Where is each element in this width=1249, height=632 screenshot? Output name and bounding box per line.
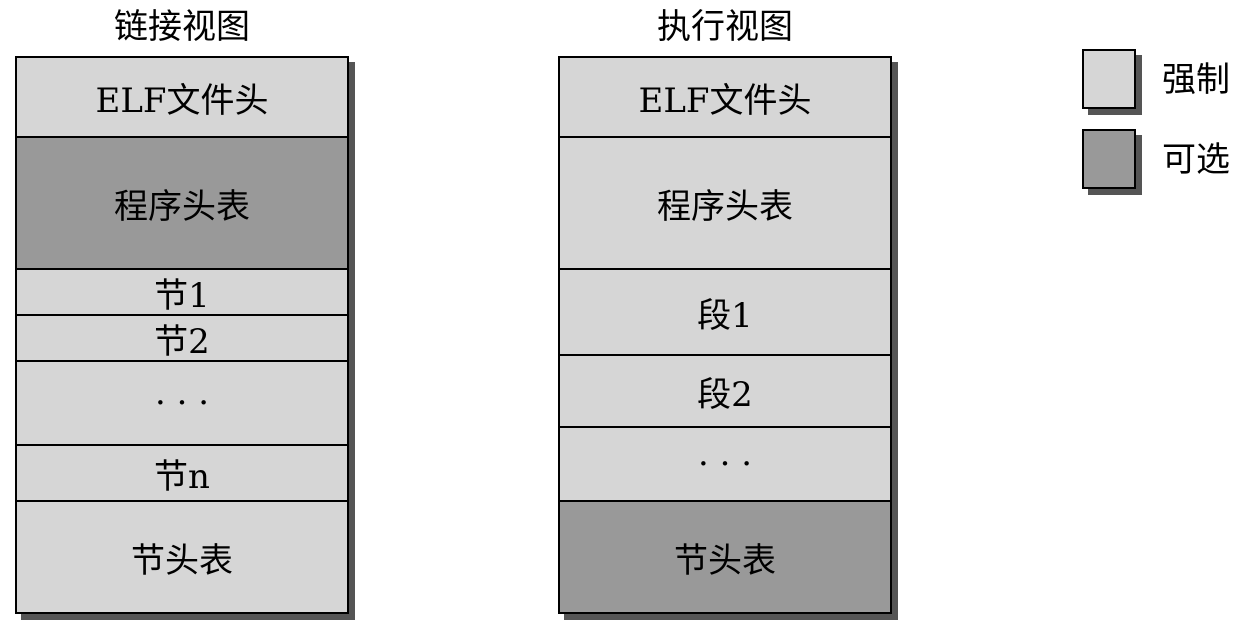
link-section-n-label: 节n [154,456,210,497]
exec-view-column: ELF文件头 程序头表 段1 段2 · · · 节头表 [558,56,892,614]
exec-segment-2: 段2 [558,354,892,428]
exec-section-header-table: 节头表 [558,500,892,614]
legend-mandatory-swatch [1082,49,1136,109]
legend-mandatory-label: 强制 [1162,60,1230,100]
exec-segment-1-label: 段1 [697,295,753,336]
exec-segment-1: 段1 [558,268,892,356]
link-elf-header-label: ELF文件头 [95,80,269,121]
exec-program-header-table: 程序头表 [558,136,892,270]
exec-segment-2-label: 段2 [697,374,753,415]
exec-view-title: 执行视图 [657,7,793,47]
link-section-ellipsis: · · · [15,360,349,446]
link-view-column: ELF文件头 程序头表 节1 节2 · · · 节n 节头表 [15,56,349,614]
link-elf-header: ELF文件头 [15,56,349,138]
link-section-1-label: 节1 [154,275,210,316]
legend-optional-swatch [1082,129,1136,189]
link-section-1: 节1 [15,268,349,316]
link-section-header-table-label: 节头表 [131,540,233,581]
link-view-title: 链接视图 [114,7,250,47]
exec-elf-header-label: ELF文件头 [638,80,812,121]
exec-segment-ellipsis: · · · [558,426,892,502]
exec-elf-header: ELF文件头 [558,56,892,138]
exec-ellipsis-label: · · · [697,444,753,484]
legend-optional-label: 可选 [1162,140,1230,180]
link-section-header-table: 节头表 [15,500,349,614]
link-program-header-table: 程序头表 [15,136,349,270]
exec-section-header-table-label: 节头表 [674,540,776,581]
link-section-2: 节2 [15,314,349,362]
link-program-header-table-label: 程序头表 [114,186,250,227]
exec-program-header-table-label: 程序头表 [657,186,793,227]
link-section-2-label: 节2 [154,321,210,362]
link-ellipsis-label: · · · [154,383,210,423]
link-section-n: 节n [15,444,349,502]
